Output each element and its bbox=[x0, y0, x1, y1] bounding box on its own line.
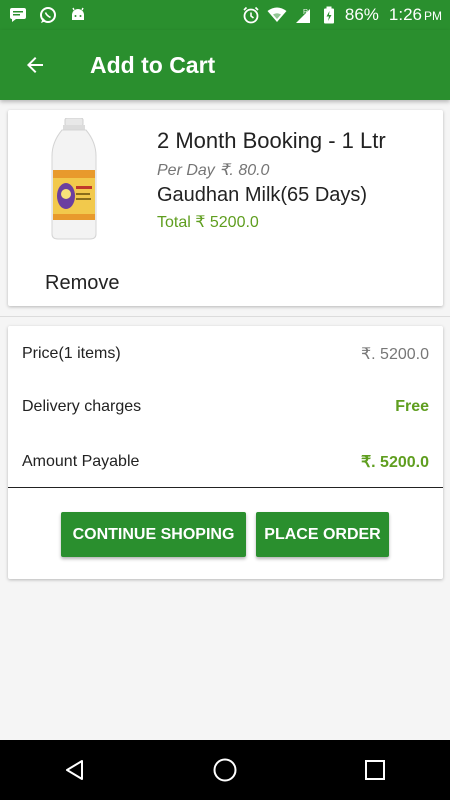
back-triangle-icon bbox=[66, 760, 83, 780]
continue-shopping-button[interactable]: CONTINUE SHOPING bbox=[61, 512, 246, 557]
item-per-day-price: Per Day ₹. 80.0 bbox=[157, 162, 270, 179]
milk-bottle-image bbox=[51, 118, 97, 240]
nav-recents-button[interactable] bbox=[345, 740, 405, 800]
signal-icon: R bbox=[293, 5, 313, 25]
home-circle-icon bbox=[213, 758, 237, 782]
clock: 1:26 PM bbox=[389, 5, 442, 25]
delivery-label: Delivery charges bbox=[22, 398, 142, 415]
svg-text:R: R bbox=[303, 9, 308, 16]
page-title: Add to Cart bbox=[90, 51, 216, 78]
remove-button[interactable]: Remove bbox=[45, 272, 119, 295]
app-bar: Add to Cart bbox=[0, 30, 450, 100]
clock-time: 1:26 bbox=[388, 5, 422, 24]
price-value: ₹. 5200.0 bbox=[360, 346, 429, 363]
delivery-value: Free bbox=[395, 398, 429, 415]
payable-label: Amount Payable bbox=[22, 453, 140, 470]
nav-home-button[interactable] bbox=[195, 740, 255, 800]
whatsapp-icon bbox=[38, 5, 58, 25]
cart-item-card: 2 Month Booking - 1 Ltr Per Day ₹. 80.0 … bbox=[8, 110, 443, 306]
alarm-icon bbox=[241, 5, 261, 25]
back-button[interactable] bbox=[0, 30, 70, 100]
price-row: Price(1 items) ₹. 5200.0 bbox=[22, 344, 429, 364]
payable-row: Amount Payable ₹. 5200.0 bbox=[22, 452, 429, 472]
delivery-row: Delivery charges Free bbox=[22, 398, 429, 416]
android-icon bbox=[68, 5, 88, 25]
place-order-button[interactable]: PLACE ORDER bbox=[256, 512, 389, 557]
price-label: Price(1 items) bbox=[22, 345, 121, 362]
battery-icon bbox=[319, 5, 339, 25]
payable-value: ₹. 5200.0 bbox=[360, 454, 429, 471]
battery-percent: 86% bbox=[344, 5, 379, 24]
nav-back-button[interactable] bbox=[45, 740, 105, 800]
divider bbox=[0, 316, 450, 317]
arrow-back-icon bbox=[27, 57, 43, 73]
status-bar: R 86% 1:26 PM bbox=[0, 0, 450, 30]
recents-square-icon bbox=[365, 760, 385, 780]
item-name: Gaudhan Milk(65 Days) bbox=[157, 184, 368, 206]
price-summary-card: Price(1 items) ₹. 5200.0 Delivery charge… bbox=[8, 326, 443, 579]
summary-divider bbox=[8, 487, 443, 488]
item-total: Total ₹ 5200.0 bbox=[157, 214, 259, 231]
item-title: 2 Month Booking - 1 Ltr bbox=[157, 128, 386, 153]
wifi-icon bbox=[267, 5, 287, 25]
clock-ampm: PM bbox=[424, 9, 442, 23]
message-icon bbox=[8, 5, 28, 25]
system-nav-bar bbox=[0, 740, 450, 800]
